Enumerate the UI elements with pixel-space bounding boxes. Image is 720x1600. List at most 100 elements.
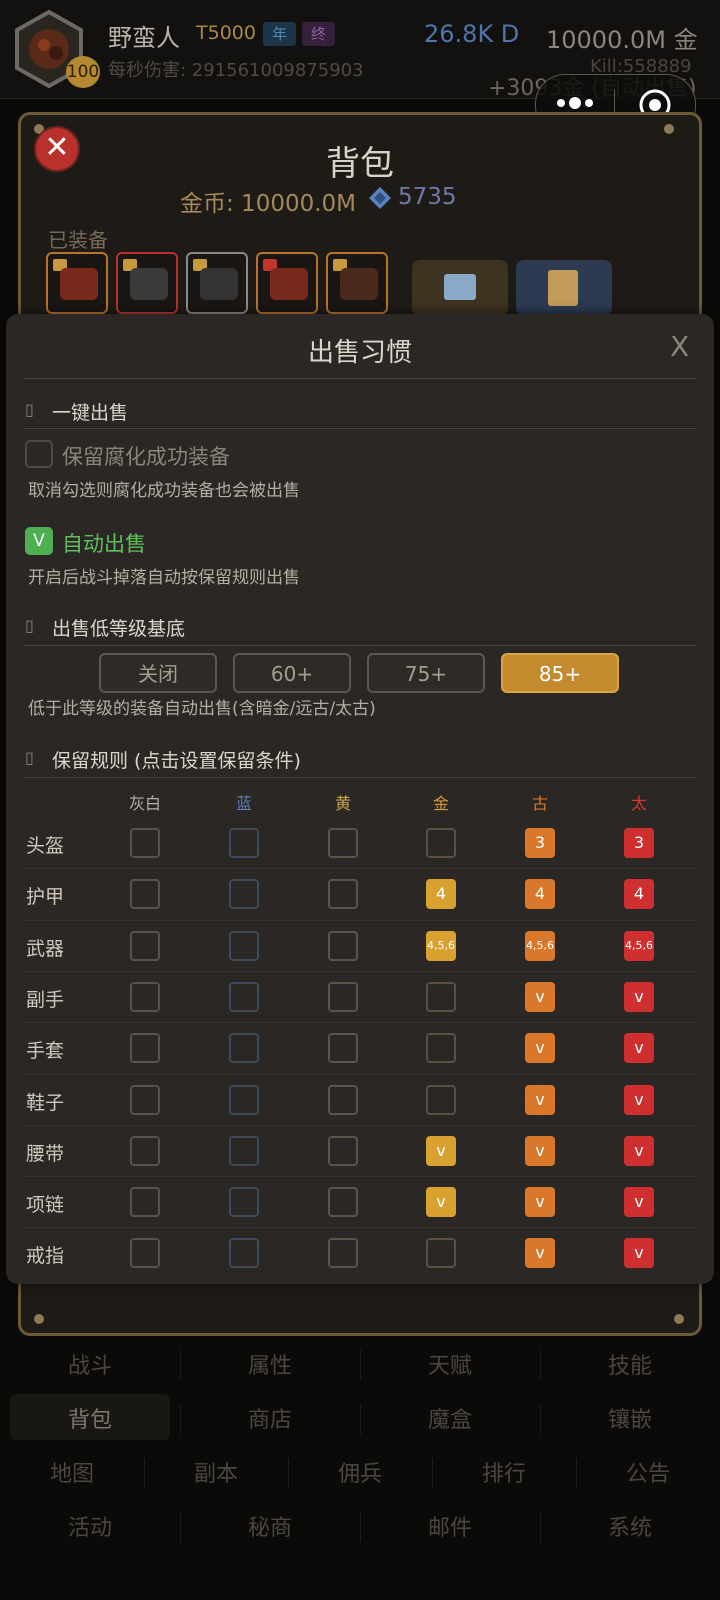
equipped-slot-armor[interactable] xyxy=(186,252,248,314)
keep-rule-cell[interactable] xyxy=(328,1187,358,1218)
keep-rule-cell[interactable] xyxy=(328,879,358,910)
keep-rule-cell[interactable] xyxy=(426,981,456,1012)
book-icon xyxy=(444,274,476,300)
nav-item[interactable]: 邮件 xyxy=(360,1510,540,1542)
keep-corrupt-hint: 取消勾选则腐化成功装备也会被出售 xyxy=(28,481,300,501)
keep-rule-cell[interactable]: v xyxy=(525,1135,555,1166)
keep-rule-cell[interactable]: v xyxy=(624,1238,654,1269)
keep-rule-cell[interactable] xyxy=(229,1187,259,1218)
keep-rule-cell[interactable]: v xyxy=(624,1135,654,1166)
keep-rule-cell[interactable]: v xyxy=(624,1084,654,1115)
level-option-off[interactable]: 关闭 xyxy=(99,653,217,693)
keep-rule-cell[interactable]: v xyxy=(426,1135,456,1166)
keep-rule-cell[interactable]: v xyxy=(525,1238,555,1269)
level-option-75[interactable]: 75+ xyxy=(367,653,485,693)
keep-rule-cell[interactable] xyxy=(229,981,259,1012)
keep-rule-cell[interactable] xyxy=(130,1187,160,1218)
auto-sell-checkbox[interactable]: V xyxy=(25,527,53,555)
keep-rule-cell[interactable]: v xyxy=(426,1187,456,1218)
keep-rule-cell[interactable] xyxy=(328,981,358,1012)
keep-rule-cell[interactable] xyxy=(130,828,160,858)
keep-rule-cell[interactable]: 4 xyxy=(624,879,654,910)
keep-corrupt-checkbox[interactable] xyxy=(25,440,53,468)
keep-rule-cell[interactable]: 4,5,6 xyxy=(426,930,456,961)
dps-readout: 每秒伤害: 291561009875903 xyxy=(108,60,364,81)
rules-row-label: 头盔 xyxy=(26,835,65,857)
keep-rule-cell[interactable] xyxy=(426,828,456,858)
nav-item[interactable]: 镶嵌 xyxy=(540,1402,720,1434)
keep-rule-cell[interactable] xyxy=(328,1084,358,1115)
codex-button[interactable] xyxy=(412,260,508,316)
scroll-button[interactable] xyxy=(516,260,612,316)
keep-rule-cell[interactable] xyxy=(130,879,160,910)
keep-rule-cell[interactable] xyxy=(130,1033,160,1064)
section-marker-icon: ▯ xyxy=(25,400,34,419)
nav-item[interactable]: 天赋 xyxy=(360,1348,540,1380)
nav-item[interactable]: 秘商 xyxy=(180,1510,360,1542)
gloves-icon xyxy=(340,268,378,300)
keep-rule-cell[interactable] xyxy=(426,1238,456,1269)
equipped-slot-offhand[interactable] xyxy=(256,252,318,314)
keep-rule-cell[interactable]: v xyxy=(624,1187,654,1218)
nav-item[interactable]: 战斗 xyxy=(0,1348,180,1380)
nav-item[interactable]: 魔盒 xyxy=(360,1402,540,1434)
keep-rule-cell[interactable]: 3 xyxy=(624,828,654,858)
keep-corrupt-label[interactable]: 保留腐化成功装备 xyxy=(62,441,230,471)
keep-rule-cell[interactable] xyxy=(229,930,259,961)
nav-separator xyxy=(144,1458,145,1488)
keep-rule-cell[interactable] xyxy=(130,981,160,1012)
keep-rule-cell[interactable]: v xyxy=(525,1033,555,1064)
nav-item[interactable]: 系统 xyxy=(540,1510,720,1542)
keep-rule-cell[interactable] xyxy=(328,1238,358,1269)
row-divider xyxy=(24,1176,696,1178)
nav-item[interactable]: 活动 xyxy=(0,1510,180,1542)
keep-rule-cell[interactable] xyxy=(426,1084,456,1115)
nav-item[interactable]: 佣兵 xyxy=(288,1456,432,1488)
nav-item[interactable]: 地图 xyxy=(0,1456,144,1488)
nav-item[interactable]: 副本 xyxy=(144,1456,288,1488)
equipped-slot-weapon[interactable] xyxy=(46,252,108,314)
nav-item[interactable]: 技能 xyxy=(540,1348,720,1380)
rules-row-label: 腰带 xyxy=(26,1142,65,1165)
keep-rule-cell[interactable] xyxy=(229,1238,259,1269)
keep-rule-cell[interactable]: v xyxy=(525,1084,555,1115)
keep-rule-cell[interactable]: 4,5,6 xyxy=(525,930,555,961)
auto-sell-label[interactable]: 自动出售 xyxy=(62,528,146,558)
keep-rule-cell[interactable] xyxy=(130,1238,160,1269)
low-level-hint: 低于此等级的装备自动出售(含暗金/远古/太古) xyxy=(28,699,376,719)
nav-item[interactable]: 公告 xyxy=(576,1456,720,1488)
sell-habit-close-button[interactable]: X xyxy=(670,330,689,363)
level-option-85[interactable]: 85+ xyxy=(501,653,619,693)
keep-rule-cell[interactable]: v xyxy=(525,1187,555,1218)
keep-rule-cell[interactable]: 4,5,6 xyxy=(624,930,654,961)
keep-rule-cell[interactable]: v xyxy=(624,981,654,1012)
keep-rule-cell[interactable] xyxy=(229,879,259,910)
keep-rule-cell[interactable] xyxy=(328,1135,358,1166)
keep-rule-cell[interactable] xyxy=(130,930,160,961)
keep-rule-cell[interactable] xyxy=(328,1033,358,1064)
keep-rule-cell[interactable]: 4 xyxy=(426,879,456,910)
keep-rule-cell[interactable]: v xyxy=(624,1033,654,1064)
nav-item[interactable]: 商店 xyxy=(180,1402,360,1434)
keep-rule-cell[interactable] xyxy=(229,1135,259,1166)
keep-rule-cell[interactable] xyxy=(229,828,259,858)
keep-rule-cell[interactable] xyxy=(130,1084,160,1115)
keep-rule-cell[interactable] xyxy=(229,1084,259,1115)
nav-item[interactable]: 排行 xyxy=(432,1456,576,1488)
nav-item[interactable]: 背包 xyxy=(0,1402,180,1434)
keep-rule-cell[interactable]: 3 xyxy=(525,828,555,858)
keep-rule-cell[interactable] xyxy=(130,1135,160,1166)
keep-rule-cell[interactable]: v xyxy=(525,981,555,1012)
rules-row-label: 戒指 xyxy=(26,1245,65,1268)
keep-rule-cell[interactable]: 4 xyxy=(525,879,555,910)
keep-rule-cell[interactable] xyxy=(328,930,358,961)
equipped-slot-gloves[interactable] xyxy=(326,252,388,314)
level-option-60[interactable]: 60+ xyxy=(233,653,351,693)
keep-rule-cell[interactable] xyxy=(229,1033,259,1064)
keep-rule-cell[interactable] xyxy=(426,1033,456,1064)
keep-rule-cell[interactable] xyxy=(328,828,358,858)
more-icon[interactable] xyxy=(552,92,598,114)
equipped-slot-helmet[interactable] xyxy=(116,252,178,314)
nav-item[interactable]: 属性 xyxy=(180,1348,360,1380)
divider xyxy=(24,378,696,379)
